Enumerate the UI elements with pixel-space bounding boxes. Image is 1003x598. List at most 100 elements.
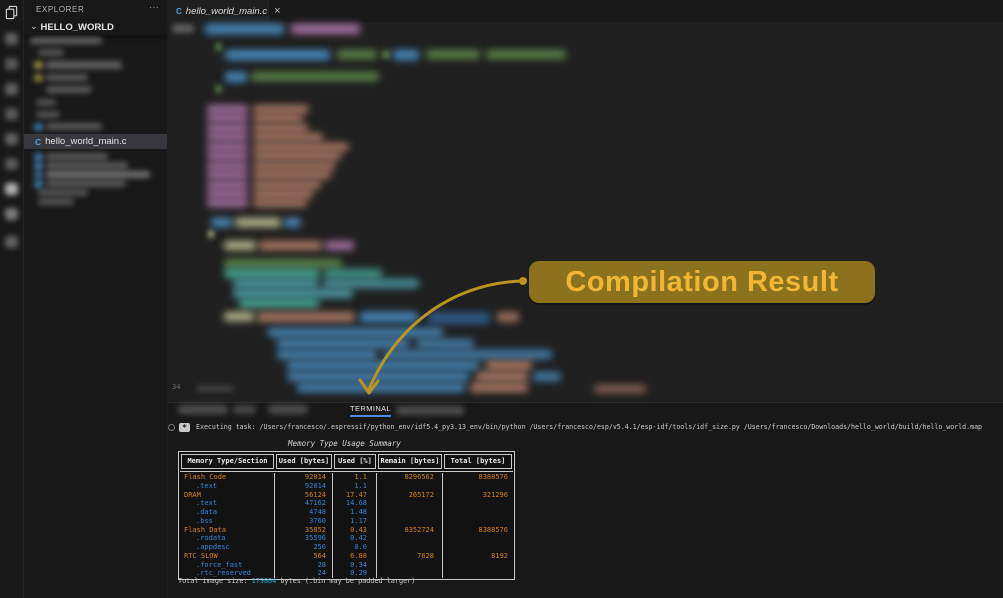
memory-table-cell: 6.88 <box>333 552 377 561</box>
memory-table-row: .bss37601.17 <box>180 517 513 526</box>
memory-table-cell: 47162 <box>275 499 333 508</box>
tab-terminal[interactable]: TERMINAL <box>350 404 391 413</box>
memory-table-cell: .data <box>180 508 275 517</box>
memory-table-cell: .rodata <box>180 534 275 543</box>
sidebar-title: EXPLORER <box>36 5 84 14</box>
memory-table-header-cell: Used [bytes] <box>276 454 332 469</box>
tab-hello-world-main-c[interactable]: C hello_world_main.c × <box>168 0 269 22</box>
sidebar-header: EXPLORER ··· <box>24 0 167 19</box>
memory-usage-table: Memory Type/SectionUsed [bytes]Used [%]R… <box>178 451 515 580</box>
compilation-result-callout: Compilation Result <box>529 261 875 303</box>
selected-file-label: hello_world_main.c <box>45 136 126 147</box>
total-size-value: 179804 <box>252 577 277 585</box>
memory-table-cell: 1.48 <box>333 508 377 517</box>
memory-table-cell <box>377 508 443 517</box>
memory-table-cell: RTC SLOW <box>180 552 275 561</box>
memory-table-cell: 8388576 <box>443 526 513 535</box>
explorer-sidebar: EXPLORER ··· ⌄ HELLO_WORLD C hello_world… <box>24 0 167 598</box>
memory-table-cell: 4748 <box>275 508 333 517</box>
memory-table-row: Flash Code920141.182965628388576 <box>180 473 513 482</box>
memory-table-cell: 1.1 <box>333 473 377 482</box>
memory-table-row: .text4716214.68 <box>180 499 513 508</box>
memory-table-cell: 92014 <box>275 473 333 482</box>
total-image-size-line: Total image size: 179804 bytes (.bin may… <box>178 577 415 585</box>
editor-tab-bar: C hello_world_main.c × <box>168 0 1003 23</box>
memory-table-row: .rodata355960.42 <box>180 534 513 543</box>
explorer-files-icon[interactable] <box>3 4 20 21</box>
memory-table-cell <box>377 543 443 552</box>
memory-table-cell: 8388576 <box>443 473 513 482</box>
c-file-icon: C <box>176 7 182 16</box>
memory-table-cell <box>377 534 443 543</box>
memory-table-cell: 17.47 <box>333 491 377 500</box>
memory-table-cell: 8192 <box>443 552 513 561</box>
memory-table-cell: 0.42 <box>333 534 377 543</box>
more-actions-icon[interactable]: ··· <box>149 2 159 13</box>
vscode-window: EXPLORER ··· ⌄ HELLO_WORLD C hello_world… <box>0 0 1003 598</box>
command-decoration-icon[interactable] <box>168 424 175 431</box>
memory-table-cell <box>443 561 513 570</box>
memory-table-cell <box>377 517 443 526</box>
memory-table-cell: 7628 <box>377 552 443 561</box>
memory-table-cell: 0.0 <box>333 543 377 552</box>
activity-bar <box>0 0 24 598</box>
memory-table-header-cell: Used [%] <box>334 454 376 469</box>
memory-table-cell: 92014 <box>275 482 333 491</box>
files-icon <box>4 5 19 20</box>
root-folder-label: HELLO_WORLD <box>41 22 114 33</box>
memory-table-cell <box>443 499 513 508</box>
memory-table-cell: 14.68 <box>333 499 377 508</box>
memory-table-cell: 8296562 <box>377 473 443 482</box>
memory-table-cell <box>443 569 513 578</box>
memory-table-header-cell: Remain [bytes] <box>378 454 442 469</box>
task-command-text: Executing task: /Users/francesco/.espres… <box>196 423 982 431</box>
memory-table-cell: 56124 <box>275 491 333 500</box>
memory-table-cell: .appdesc <box>180 543 275 552</box>
memory-table-cell: .text <box>180 499 275 508</box>
code-editor[interactable] <box>168 22 1003 402</box>
memory-table-cell: Flash Code <box>180 473 275 482</box>
memory-table-row: .force_fast280.34 <box>180 561 513 570</box>
memory-table-cell: .force_fast <box>180 561 275 570</box>
memory-table-cell: 1.17 <box>333 517 377 526</box>
memory-table-cell: 0.34 <box>333 561 377 570</box>
memory-table-body: Flash Code920141.182965628388576.text920… <box>180 471 513 578</box>
memory-table-row: .text920141.1 <box>180 482 513 491</box>
memory-table-cell: 321296 <box>443 491 513 500</box>
c-file-icon: C <box>35 137 41 147</box>
memory-table-row: Flash Data358520.4383527248388576 <box>180 526 513 535</box>
chevron-down-icon: ⌄ <box>30 21 38 32</box>
memory-table-cell <box>377 561 443 570</box>
memory-summary-title: Memory Type Usage Summary <box>178 439 511 448</box>
memory-table-cell <box>443 534 513 543</box>
memory-table-cell: 265172 <box>377 491 443 500</box>
memory-table-cell <box>443 482 513 491</box>
root-folder-row[interactable]: ⌄ HELLO_WORLD <box>24 20 167 35</box>
memory-table-cell: 256 <box>275 543 333 552</box>
memory-table-cell <box>443 508 513 517</box>
tab-title: hello_world_main.c <box>186 6 267 17</box>
total-size-prefix: Total image size: <box>178 577 252 585</box>
memory-table-cell: 8352724 <box>377 526 443 535</box>
memory-table-cell: Flash Data <box>180 526 275 535</box>
tab-close-icon[interactable]: × <box>274 6 280 16</box>
memory-table-header-cell: Total [bytes] <box>444 454 512 469</box>
terminal-task-line: * Executing task: /Users/francesco/.espr… <box>168 421 982 433</box>
memory-table-cell: .bss <box>180 517 275 526</box>
compilation-result-label: Compilation Result <box>565 266 838 299</box>
memory-table-row: RTC SLOW5646.8876288192 <box>180 552 513 561</box>
memory-table-cell <box>377 499 443 508</box>
memory-table-row: .appdesc2560.0 <box>180 543 513 552</box>
memory-table-cell: 564 <box>275 552 333 561</box>
memory-table-header-row: Memory Type/SectionUsed [bytes]Used [%]R… <box>180 453 513 470</box>
memory-table-row: DRAM5612417.47265172321296 <box>180 491 513 500</box>
memory-table-cell: DRAM <box>180 491 275 500</box>
file-row-selected[interactable]: C hello_world_main.c <box>24 134 167 149</box>
memory-table-cell: 28 <box>275 561 333 570</box>
memory-table-cell <box>443 543 513 552</box>
memory-table-cell: 1.1 <box>333 482 377 491</box>
task-asterisk-icon: * <box>179 423 190 432</box>
memory-table-cell: 35852 <box>275 526 333 535</box>
memory-table-header-cell: Memory Type/Section <box>181 454 274 469</box>
total-size-suffix: bytes (.bin may be padded larger) <box>276 577 415 585</box>
